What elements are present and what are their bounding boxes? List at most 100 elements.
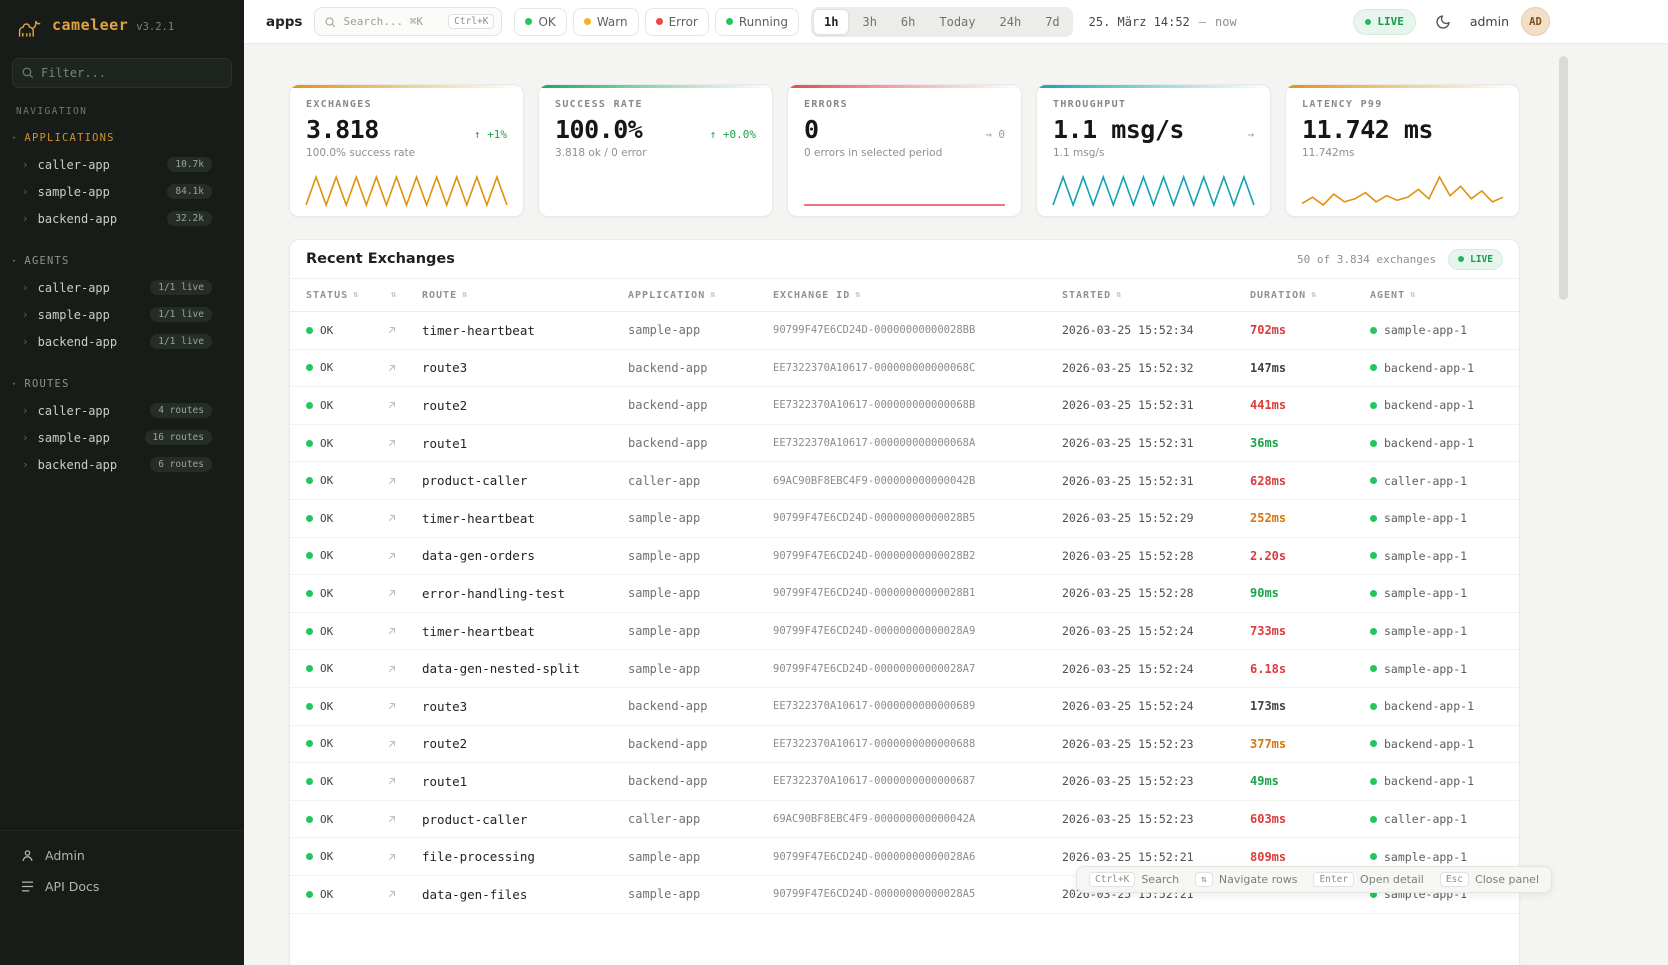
open-exchange-link[interactable] — [386, 813, 422, 825]
status-badge: OK — [306, 888, 386, 901]
table-row[interactable]: OK route3 backend-app EE7322370A10617-00… — [290, 688, 1519, 726]
table-row[interactable]: OK route1 backend-app EE7322370A10617-00… — [290, 763, 1519, 801]
context-apps[interactable]: apps — [266, 14, 302, 30]
column-header-agent[interactable]: AGENT ⇅ — [1370, 290, 1519, 301]
app-version: v3.2.1 — [136, 21, 174, 33]
open-exchange-link[interactable] — [386, 738, 422, 750]
nav-section-title-agents[interactable]: ▾ AGENTS — [0, 250, 244, 274]
open-exchange-link[interactable] — [386, 437, 422, 449]
sidebar-applications-backend-app[interactable]: › backend-app 32.2k — [0, 205, 244, 232]
open-exchange-link[interactable] — [386, 512, 422, 524]
column-header-route[interactable]: ROUTE ⇅ — [422, 290, 628, 301]
agent-status-dot — [1370, 477, 1377, 484]
table-row[interactable]: OK timer-heartbeat sample-app 90799F47E6… — [290, 312, 1519, 350]
table-row[interactable]: OK product-caller caller-app 69AC90BF8EB… — [290, 801, 1519, 839]
open-exchange-link[interactable] — [386, 475, 422, 487]
filter-chip-warn[interactable]: Warn — [573, 8, 639, 36]
table-row[interactable]: OK data-gen-orders sample-app 90799F47E6… — [290, 538, 1519, 576]
table-row[interactable]: OK route3 backend-app EE7322370A10617-00… — [290, 350, 1519, 388]
sidebar-footer: Admin API Docs — [0, 830, 244, 965]
agent-cell: backend-app-1 — [1370, 699, 1519, 713]
count-badge: 4 routes — [150, 403, 212, 418]
column-header-status[interactable]: STATUS ⇅ — [306, 290, 386, 301]
scrollbar-thumb[interactable] — [1559, 56, 1568, 300]
sidebar-routes-backend-app[interactable]: › backend-app 6 routes — [0, 451, 244, 478]
agent-cell: sample-app-1 — [1370, 323, 1519, 337]
hint-open-detail: Enter Open detail — [1313, 872, 1423, 887]
logo[interactable]: cameleer v3.2.1 — [0, 0, 244, 50]
table-row[interactable]: OK data-gen-nested-split sample-app 9079… — [290, 650, 1519, 688]
open-exchange-link[interactable] — [386, 550, 422, 562]
open-exchange-link[interactable] — [386, 362, 422, 374]
live-badge[interactable]: LIVE — [1353, 9, 1416, 35]
duration-cell: 49ms — [1250, 774, 1370, 788]
sidebar-nav: ▾ APPLICATIONS › caller-app 10.7k › samp… — [0, 127, 244, 496]
started-cell: 2026-03-25 15:52:29 — [1062, 511, 1250, 525]
time-range-24h[interactable]: 24h — [989, 9, 1033, 35]
table-live-badge[interactable]: LIVE — [1448, 249, 1503, 270]
kpi-card-errors: ERRORS 0 → 0 0 errors in selected period — [787, 84, 1022, 217]
caret-down-icon: ▾ — [12, 134, 17, 142]
nav-item-label: caller-app — [38, 281, 110, 295]
column-header-link[interactable]: ⇅ — [386, 290, 422, 300]
open-exchange-link[interactable] — [386, 700, 422, 712]
nav-section-title-applications[interactable]: ▾ APPLICATIONS — [0, 127, 244, 151]
filter-chip-error[interactable]: Error — [645, 8, 709, 36]
avatar[interactable]: AD — [1521, 7, 1550, 36]
sidebar-agents-sample-app[interactable]: › sample-app 1/1 live — [0, 301, 244, 328]
agent-status-dot — [1370, 552, 1377, 559]
nav-section-title-routes[interactable]: ▾ ROUTES — [0, 373, 244, 397]
sidebar-routes-caller-app[interactable]: › caller-app 4 routes — [0, 397, 244, 424]
status-dot — [306, 853, 313, 860]
table-row[interactable]: OK error-handling-test sample-app 90799F… — [290, 575, 1519, 613]
open-exchange-link[interactable] — [386, 888, 422, 900]
open-exchange-link[interactable] — [386, 851, 422, 863]
route-cell: file-processing — [422, 849, 628, 864]
status-dot — [306, 515, 313, 522]
open-exchange-link[interactable] — [386, 324, 422, 336]
time-range-3h[interactable]: 3h — [851, 9, 887, 35]
panel-meta: 50 of 3.834 exchanges LIVE — [1297, 249, 1503, 270]
footer-label: API Docs — [45, 879, 99, 894]
sidebar-agents-backend-app[interactable]: › backend-app 1/1 live — [0, 328, 244, 355]
date-range-display[interactable]: 25. März 14:52 — now — [1089, 15, 1237, 29]
live-dot-icon — [1365, 19, 1371, 25]
open-exchange-link[interactable] — [386, 775, 422, 787]
column-label: AGENT — [1370, 290, 1405, 301]
column-header-application[interactable]: APPLICATION ⇅ — [628, 290, 773, 301]
open-exchange-link[interactable] — [386, 663, 422, 675]
duration-cell: 90ms — [1250, 586, 1370, 600]
column-header-started[interactable]: STARTED ⇅ — [1062, 290, 1250, 301]
sidebar-agents-caller-app[interactable]: › caller-app 1/1 live — [0, 274, 244, 301]
table-row[interactable]: OK product-caller caller-app 69AC90BF8EB… — [290, 462, 1519, 500]
footer-admin[interactable]: Admin — [12, 841, 232, 870]
table-row[interactable]: OK route1 backend-app EE7322370A10617-00… — [290, 425, 1519, 463]
open-exchange-link[interactable] — [386, 399, 422, 411]
time-range-7d[interactable]: 7d — [1034, 9, 1070, 35]
open-exchange-link[interactable] — [386, 625, 422, 637]
sidebar-filter-input[interactable] — [12, 58, 232, 88]
table-row[interactable]: OK route2 backend-app EE7322370A10617-00… — [290, 726, 1519, 764]
time-range-today[interactable]: Today — [928, 9, 986, 35]
table-row[interactable]: OK timer-heartbeat sample-app 90799F47E6… — [290, 613, 1519, 651]
column-label: STARTED — [1062, 290, 1111, 301]
sidebar-applications-sample-app[interactable]: › sample-app 84.1k — [0, 178, 244, 205]
table-row[interactable]: OK timer-heartbeat sample-app 90799F47E6… — [290, 500, 1519, 538]
filter-chip-ok[interactable]: OK — [514, 8, 566, 36]
table-row[interactable]: OK route2 backend-app EE7322370A10617-00… — [290, 387, 1519, 425]
chevron-right-icon: › — [22, 308, 29, 321]
agent-status-dot — [1370, 515, 1377, 522]
global-search[interactable]: Search... ⌘K Ctrl+K — [314, 7, 502, 36]
time-range-1h[interactable]: 1h — [813, 9, 849, 35]
sidebar-routes-sample-app[interactable]: › sample-app 16 routes — [0, 424, 244, 451]
theme-toggle[interactable] — [1428, 7, 1458, 37]
open-exchange-link[interactable] — [386, 587, 422, 599]
footer-api-docs[interactable]: API Docs — [12, 872, 232, 901]
column-header-exchange-id[interactable]: EXCHANGE ID ⇅ — [773, 290, 1062, 301]
column-header-duration[interactable]: DURATION ⇅ — [1250, 290, 1370, 301]
sidebar-applications-caller-app[interactable]: › caller-app 10.7k — [0, 151, 244, 178]
exchange-id-cell: EE7322370A10617-000000000000068C — [773, 362, 1062, 374]
filter-chip-running[interactable]: Running — [715, 8, 799, 36]
time-range-6h[interactable]: 6h — [890, 9, 926, 35]
date-to: now — [1215, 15, 1237, 29]
